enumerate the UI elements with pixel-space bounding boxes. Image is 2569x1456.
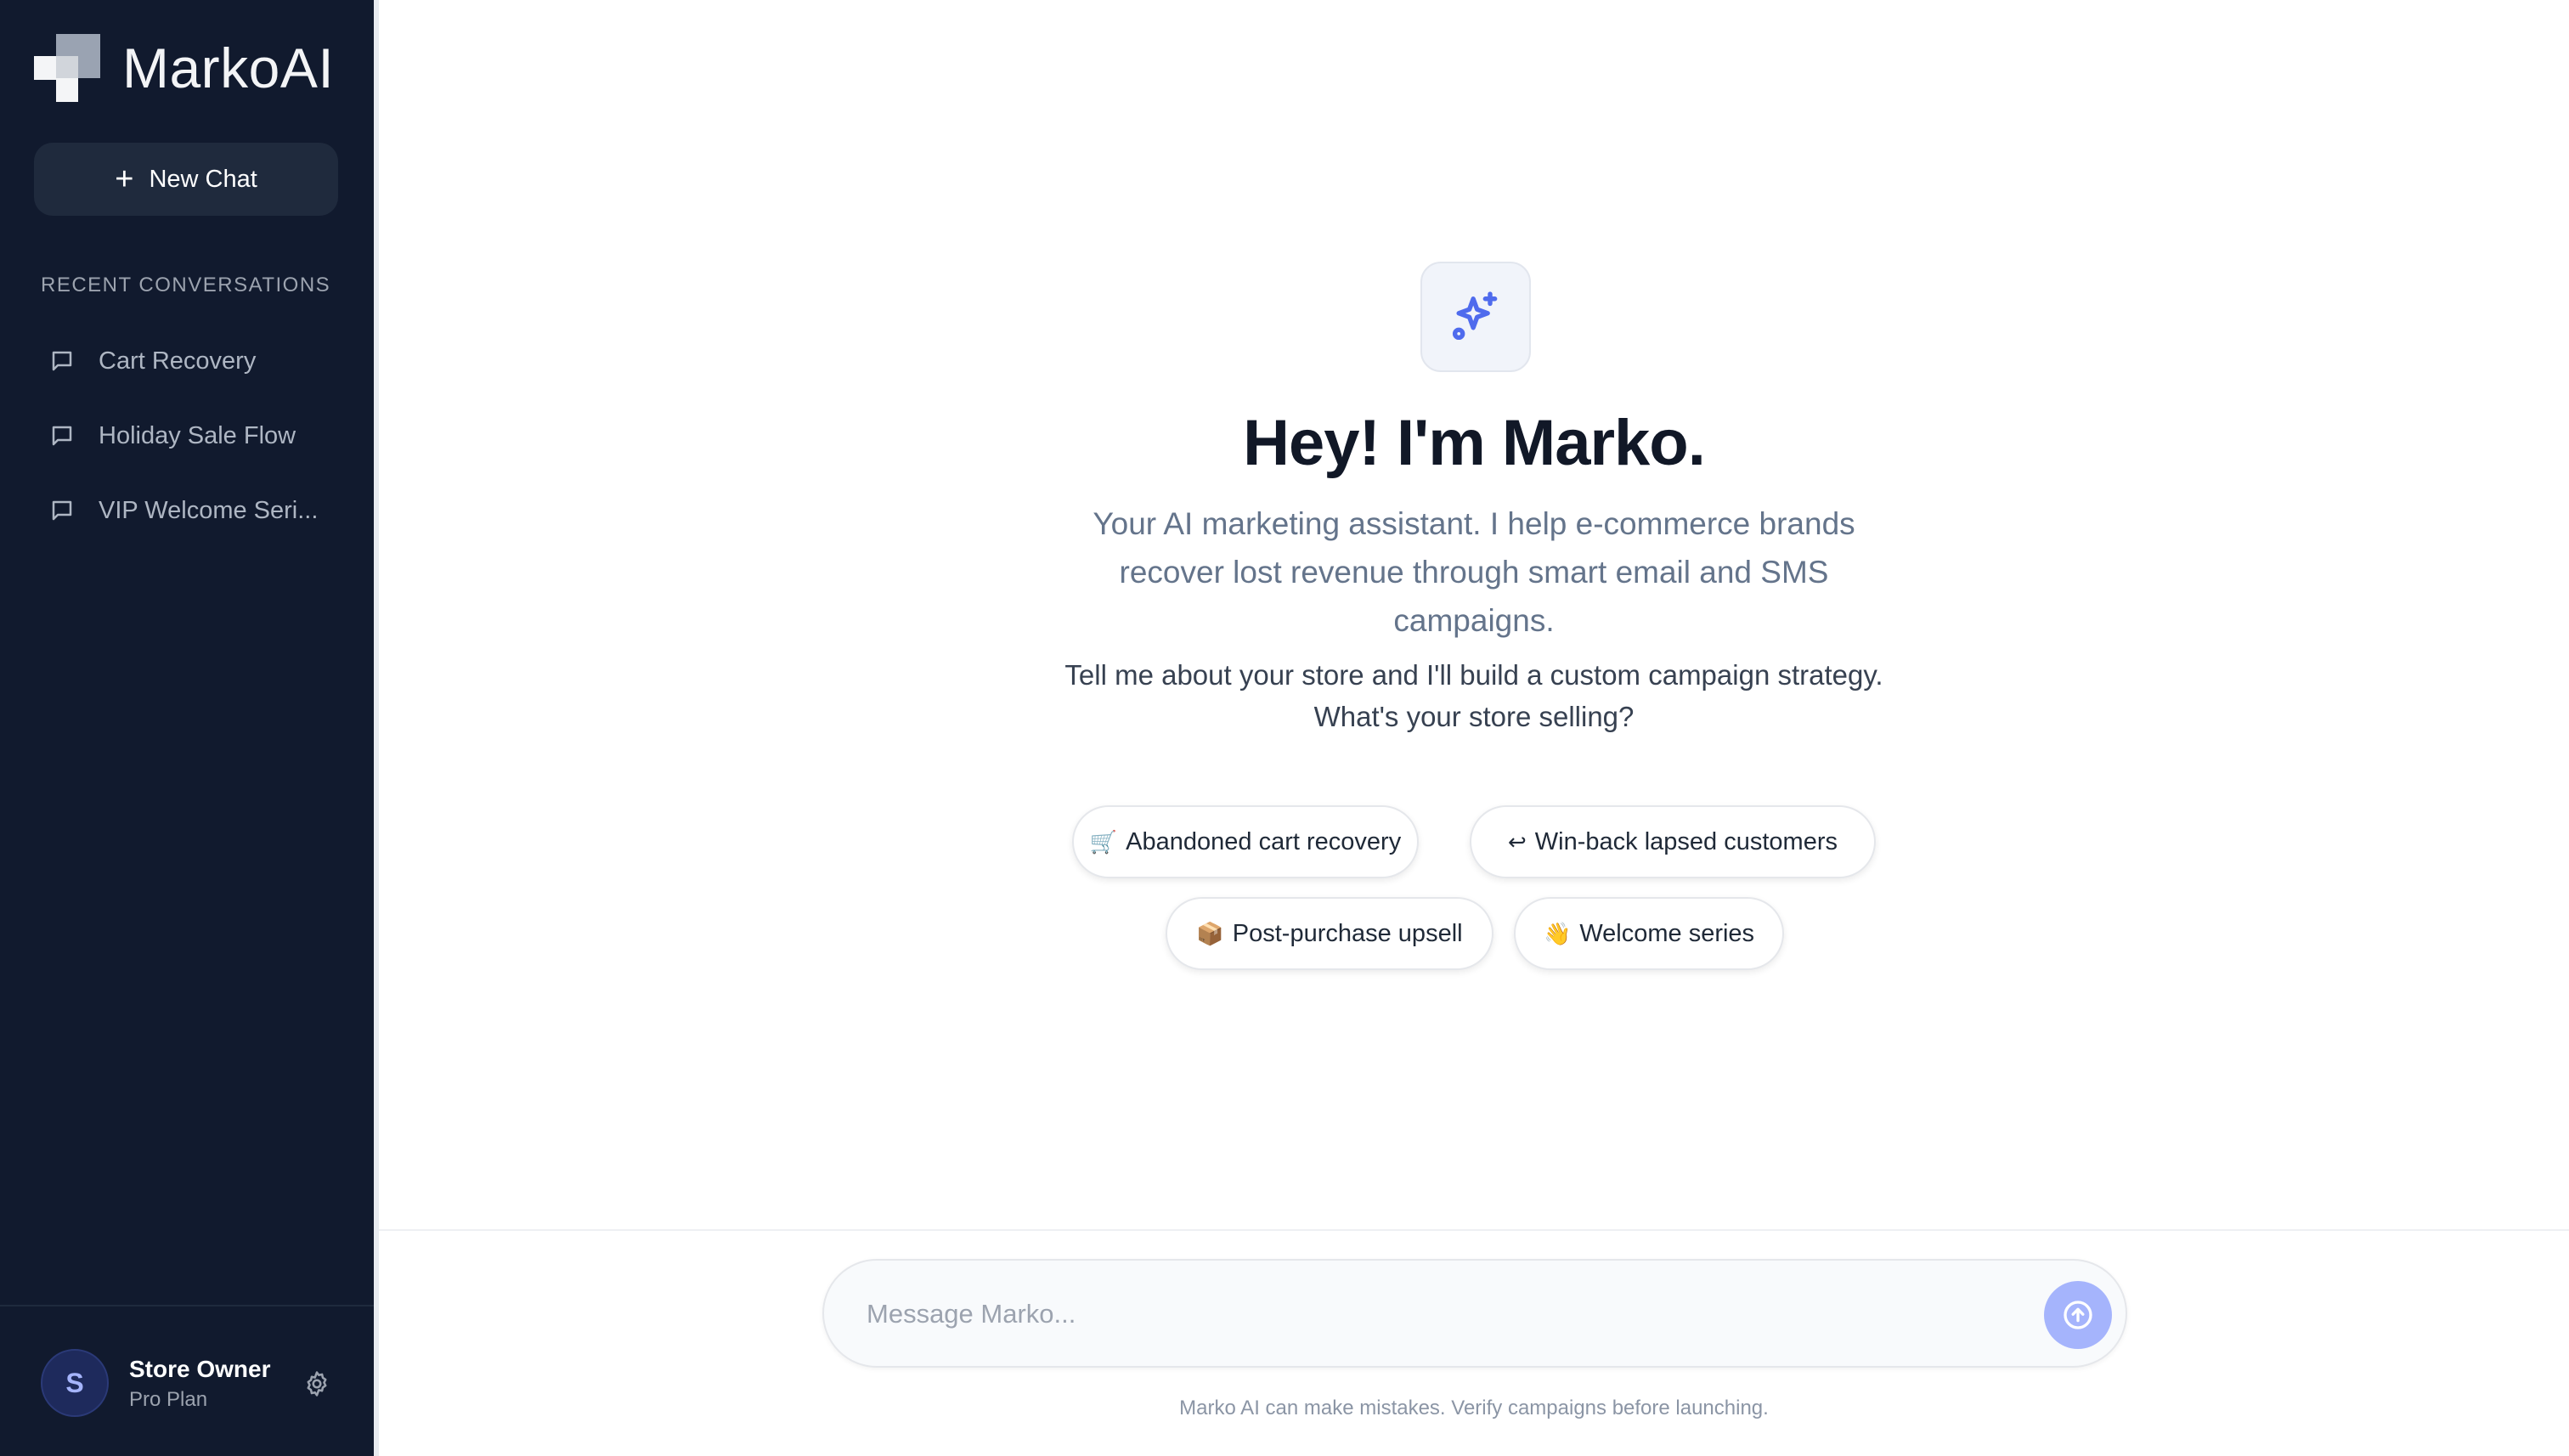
package-icon: 📦 xyxy=(1196,920,1224,946)
assistant-prompt: Tell me about your store and I'll build … xyxy=(922,654,2026,737)
brand[interactable]: MarkoAI xyxy=(34,34,334,102)
suggestion-win-back-lapsed-customers[interactable]: ↩ Win-back lapsed customers xyxy=(1470,805,1876,878)
recent-conversations-heading: RECENT CONVERSATIONS xyxy=(41,274,331,296)
disclaimer: Marko AI can make mistakes. Verify campa… xyxy=(1179,1397,1769,1419)
message-composer xyxy=(822,1259,2127,1368)
assistant-description: Your AI marketing assistant. I help e-co… xyxy=(1093,506,1855,638)
suggestion-post-purchase-upsell[interactable]: 📦 Post-purchase upsell xyxy=(1166,897,1493,970)
greeting-heading: Hey! I'm Marko. xyxy=(1243,407,1706,479)
logo-icon xyxy=(34,34,100,102)
prompt-line-1: Tell me about your store and I'll build … xyxy=(1064,659,1883,691)
conversation-label: Cart Recovery xyxy=(99,347,257,375)
gear-icon[interactable] xyxy=(302,1369,331,1398)
chat-bubble-icon xyxy=(52,351,72,371)
chat-main: Hey! I'm Marko. Your AI marketing assist… xyxy=(379,0,2569,1456)
chat-bubble-icon xyxy=(52,426,72,446)
user-profile: S Store Owner Pro Plan xyxy=(0,1305,374,1456)
chat-bubble-icon xyxy=(52,500,72,521)
avatar[interactable]: S xyxy=(41,1349,109,1417)
chip-label: Win-back lapsed customers xyxy=(1534,827,1838,855)
suggestion-welcome-series[interactable]: 👋 Welcome series xyxy=(1514,897,1784,970)
brand-name: MarkoAI xyxy=(122,37,335,99)
user-name: Store Owner xyxy=(129,1356,271,1382)
hero-badge xyxy=(1420,262,1531,372)
conversation-item-cart-recovery[interactable]: Cart Recovery xyxy=(34,331,340,391)
conversation-label: Holiday Sale Flow xyxy=(99,421,296,449)
prompt-line-2: What's your store selling? xyxy=(1313,701,1635,732)
sparkles-icon xyxy=(1452,291,1498,341)
composer-divider xyxy=(379,1229,2569,1231)
chip-label: Post-purchase upsell xyxy=(1232,919,1463,947)
sidebar: MarkoAI + New Chat RECENT CONVERSATIONS … xyxy=(0,0,374,1456)
user-plan: Pro Plan xyxy=(129,1388,208,1411)
cart-icon: 🛒 xyxy=(1089,828,1118,855)
chip-label: Abandoned cart recovery xyxy=(1126,827,1402,855)
conversation-item-vip-welcome-series[interactable]: VIP Welcome Seri... xyxy=(34,481,340,540)
conversation-label: VIP Welcome Seri... xyxy=(99,496,319,524)
conversation-item-holiday-sale-flow[interactable]: Holiday Sale Flow xyxy=(34,406,340,466)
return-arrow-icon: ↩ xyxy=(1508,828,1527,855)
chip-label: Welcome series xyxy=(1579,919,1755,947)
suggestion-abandoned-cart-recovery[interactable]: 🛒 Abandoned cart recovery xyxy=(1072,805,1419,878)
waving-hand-icon: 👋 xyxy=(1543,920,1572,946)
plus-icon: + xyxy=(115,161,134,197)
new-chat-label: New Chat xyxy=(149,165,257,193)
message-input[interactable] xyxy=(865,1286,1969,1342)
send-button[interactable] xyxy=(2044,1281,2112,1349)
arrow-up-icon xyxy=(2064,1301,2092,1329)
new-chat-button[interactable]: + New Chat xyxy=(34,143,338,216)
